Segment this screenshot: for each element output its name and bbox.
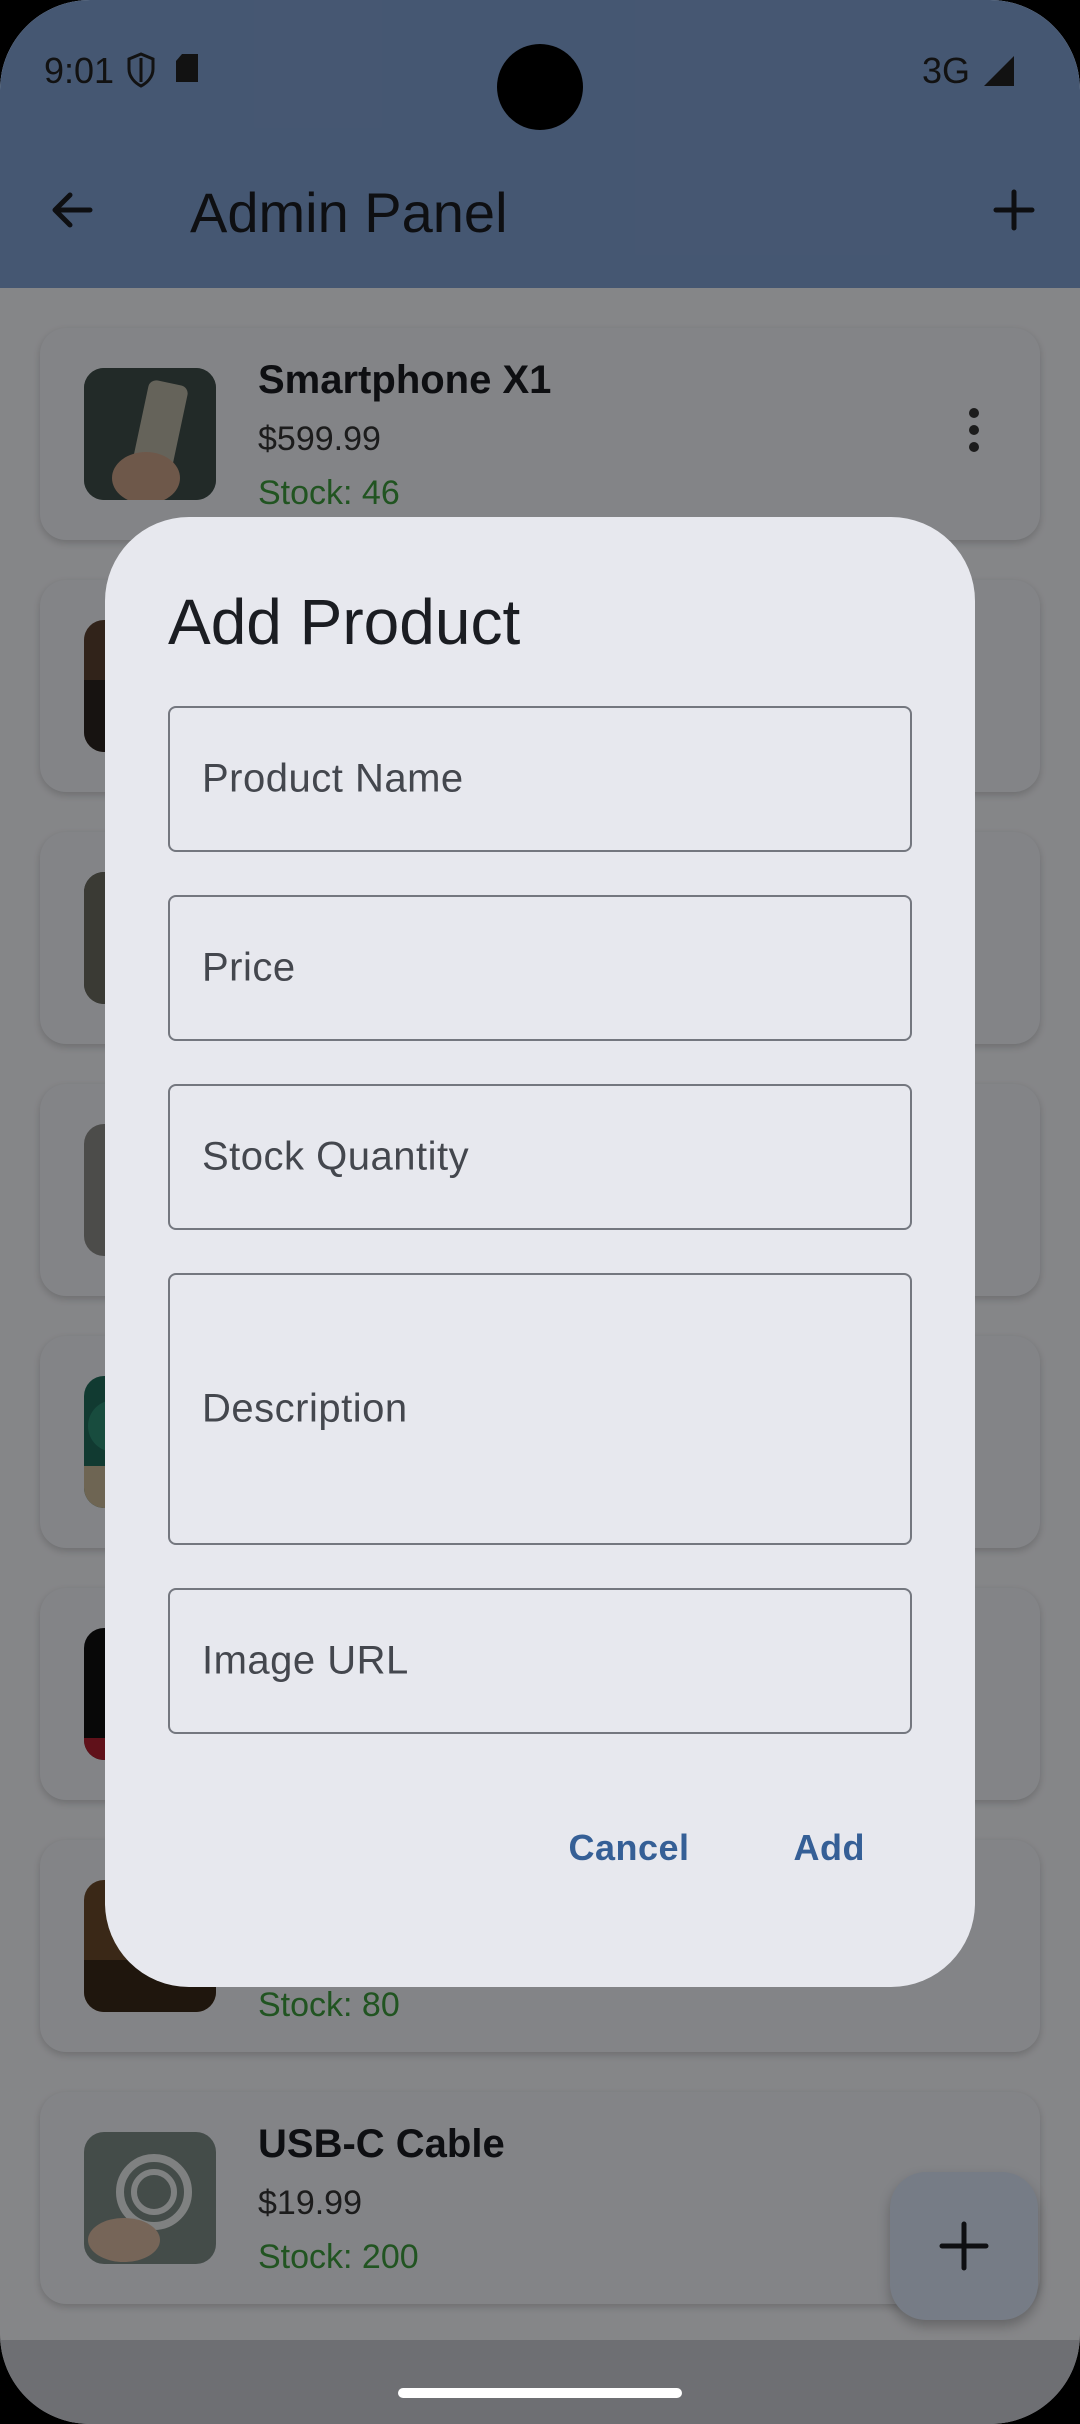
product-name-label: Product Name [202,756,464,801]
app-screen: 9:01 3G Admin Panel Smartphone X1 $599.9… [0,0,1080,2424]
image-url-label: Image URL [202,1638,409,1683]
cancel-button[interactable]: Cancel [568,1827,689,1869]
gesture-handle[interactable] [398,2388,682,2398]
stock-quantity-field[interactable]: Stock Quantity [168,1084,912,1230]
dialog-title: Add Product [168,586,521,658]
add-button[interactable]: Add [794,1827,865,1869]
image-url-field[interactable]: Image URL [168,1588,912,1734]
description-field[interactable]: Description [168,1273,912,1545]
stock-quantity-label: Stock Quantity [202,1134,470,1179]
dialog-actions: Cancel Add [568,1827,865,1869]
price-label: Price [202,945,296,990]
nav-bar-area [0,2340,1080,2424]
description-label: Description [202,1386,408,1431]
add-product-dialog: Add Product Product Name Price Stock Qua… [105,517,975,1987]
price-field[interactable]: Price [168,895,912,1041]
product-name-field[interactable]: Product Name [168,706,912,852]
